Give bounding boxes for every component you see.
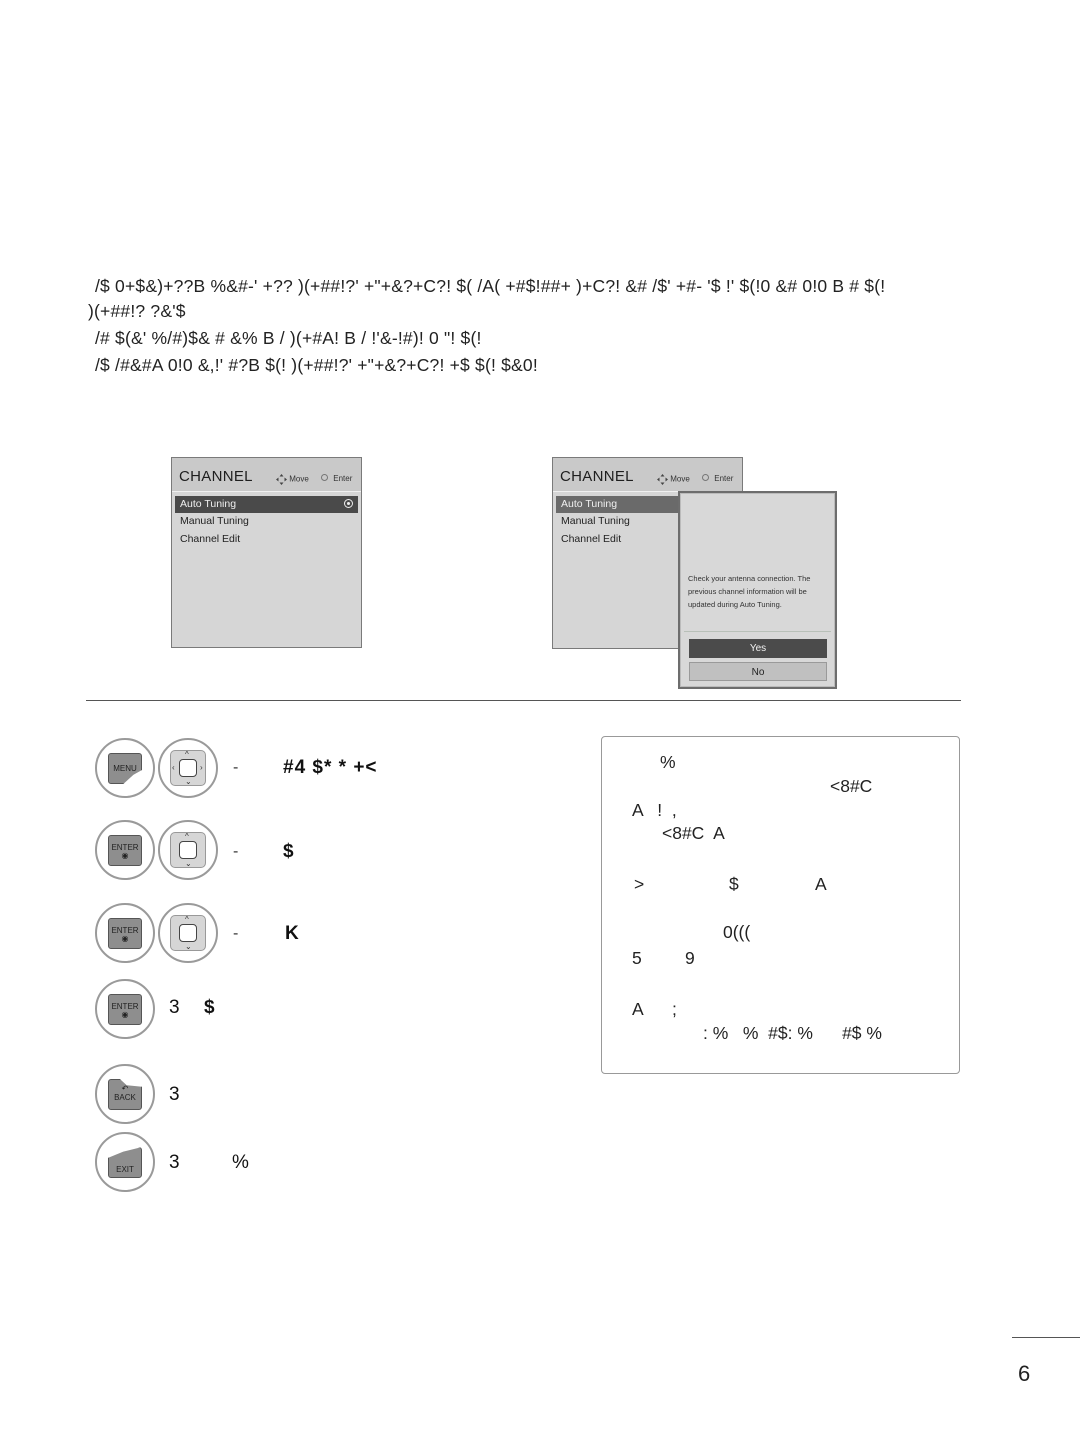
popup-message: Check your antenna connection. The previ… (688, 574, 811, 609)
menu-item-channel-edit[interactable]: Channel Edit (175, 531, 358, 548)
note-line-3: A ! , (632, 800, 677, 820)
enter-dot-icon (702, 474, 709, 481)
menu-header: CHANNEL Move Enter (553, 458, 742, 492)
enter-key-icon: ENTER ◉ (108, 918, 142, 949)
enter-dot-icon (321, 474, 328, 481)
note-line-5: > (634, 874, 645, 894)
step-6-text: % (232, 1152, 250, 1173)
enter-key-circle: ENTER ◉ (95, 979, 155, 1039)
menu-item-label: Auto Tuning (180, 498, 237, 510)
enter-radio-icon (344, 499, 353, 508)
step-3-marker: - (233, 925, 239, 942)
menu-item-label: Channel Edit (561, 533, 622, 545)
menu-title: CHANNEL (179, 468, 253, 485)
step-2-marker: - (233, 843, 239, 860)
step-2-text: $ (283, 841, 295, 862)
intro-line-3: /# $(&' %/#)$& # &% B / )(+#A! B / !'&-!… (95, 328, 482, 348)
intro-line-2: )(+##!? ?&'$ (88, 301, 186, 321)
step-1-text: #4 $* * +< (283, 757, 378, 778)
intro-line-4: /$ /#&#A 0!0 &,!' #?B $(! )(+##!?' +"+&?… (95, 355, 538, 375)
move-arrows-icon (276, 474, 287, 485)
menu-key-circle: MENU (95, 738, 155, 798)
back-arrow-icon: ↶ (121, 1084, 129, 1093)
menu-header: CHANNEL Move Enter (172, 458, 361, 492)
back-key-label: BACK (114, 1093, 136, 1102)
move-arrows-icon (657, 474, 668, 485)
enter-hint-label: Enter (333, 474, 353, 483)
menu-title: CHANNEL (560, 468, 634, 485)
note-line-7: A (815, 874, 827, 894)
back-key-icon: ↶ BACK (108, 1079, 142, 1110)
enter-hint: Enter (321, 474, 352, 483)
step-3-text: K (285, 923, 300, 944)
step-4-marker: 3 (169, 997, 181, 1018)
menu-item-label: Manual Tuning (561, 515, 630, 527)
section-divider (86, 700, 961, 701)
move-hint: Move (657, 474, 690, 485)
move-hint-label: Move (289, 474, 309, 484)
four-way-nav-icon: ^ ⌄ ‹ › (170, 750, 206, 786)
menu-key-label: MENU (113, 764, 137, 773)
note-line-2: <8#C (830, 776, 873, 796)
menu-item-label: Auto Tuning (561, 498, 618, 510)
enter-key-circle: ENTER ◉ (95, 903, 155, 963)
intro-line-1: /$ 0+$&)+??B %&#-' +?? )(+##!?' +"+&?+C?… (95, 276, 886, 296)
note-line-12: ; (672, 999, 677, 1019)
note-line-4: <8#C A (662, 823, 725, 843)
channel-menu-screenshot: CHANNEL Move Enter Auto Tuning Manual Tu… (171, 457, 362, 648)
exit-key-icon: EXIT (108, 1147, 142, 1178)
nav-pad-circle: ^ ⌄ ‹ › (158, 738, 218, 798)
no-button[interactable]: No (689, 662, 827, 681)
move-hint: Move (276, 474, 309, 485)
menu-key-icon: MENU (108, 753, 142, 784)
menu-item-auto-tuning[interactable]: Auto Tuning (175, 496, 358, 513)
step-6-marker: 3 (169, 1152, 181, 1173)
exit-key-circle: EXIT (95, 1132, 155, 1192)
nav-pad-circle: ^ ⌄ (158, 903, 218, 963)
menu-item-label: Channel Edit (180, 533, 241, 545)
menu-item-label: Manual Tuning (180, 515, 249, 527)
page-number: 6 (1018, 1361, 1031, 1386)
exit-key-label: EXIT (116, 1165, 134, 1174)
enter-key-icon: ENTER ◉ (108, 994, 142, 1025)
popup-divider (684, 631, 831, 632)
enter-key-circle: ENTER ◉ (95, 820, 155, 880)
note-line-9: 5 (632, 948, 642, 968)
step-5-marker: 3 (169, 1084, 181, 1105)
menu-item-manual-tuning[interactable]: Manual Tuning (175, 513, 358, 530)
up-down-nav-icon: ^ ⌄ (170, 832, 206, 868)
up-down-nav-icon: ^ ⌄ (170, 915, 206, 951)
step-1-marker: - (233, 759, 239, 776)
yes-button[interactable]: Yes (689, 639, 827, 658)
confirm-popup: Check your antenna connection. The previ… (678, 491, 837, 689)
back-key-circle: ↶ BACK (95, 1064, 155, 1124)
enter-hint-label: Enter (714, 474, 734, 483)
note-line-13: : % % #$: % #$ % (703, 1023, 882, 1043)
move-hint-label: Move (670, 474, 690, 484)
enter-hint: Enter (702, 474, 733, 483)
enter-key-icon: ENTER ◉ (108, 835, 142, 866)
note-line-10: 9 (685, 948, 695, 968)
step-4-text: $ (204, 997, 216, 1018)
nav-pad-circle: ^ ⌄ (158, 820, 218, 880)
footer-rule (1012, 1337, 1080, 1338)
note-line-1: % (660, 752, 676, 772)
note-line-8: 0((( (723, 922, 751, 942)
note-line-6: $ (729, 874, 739, 894)
note-line-11: A (632, 999, 644, 1019)
